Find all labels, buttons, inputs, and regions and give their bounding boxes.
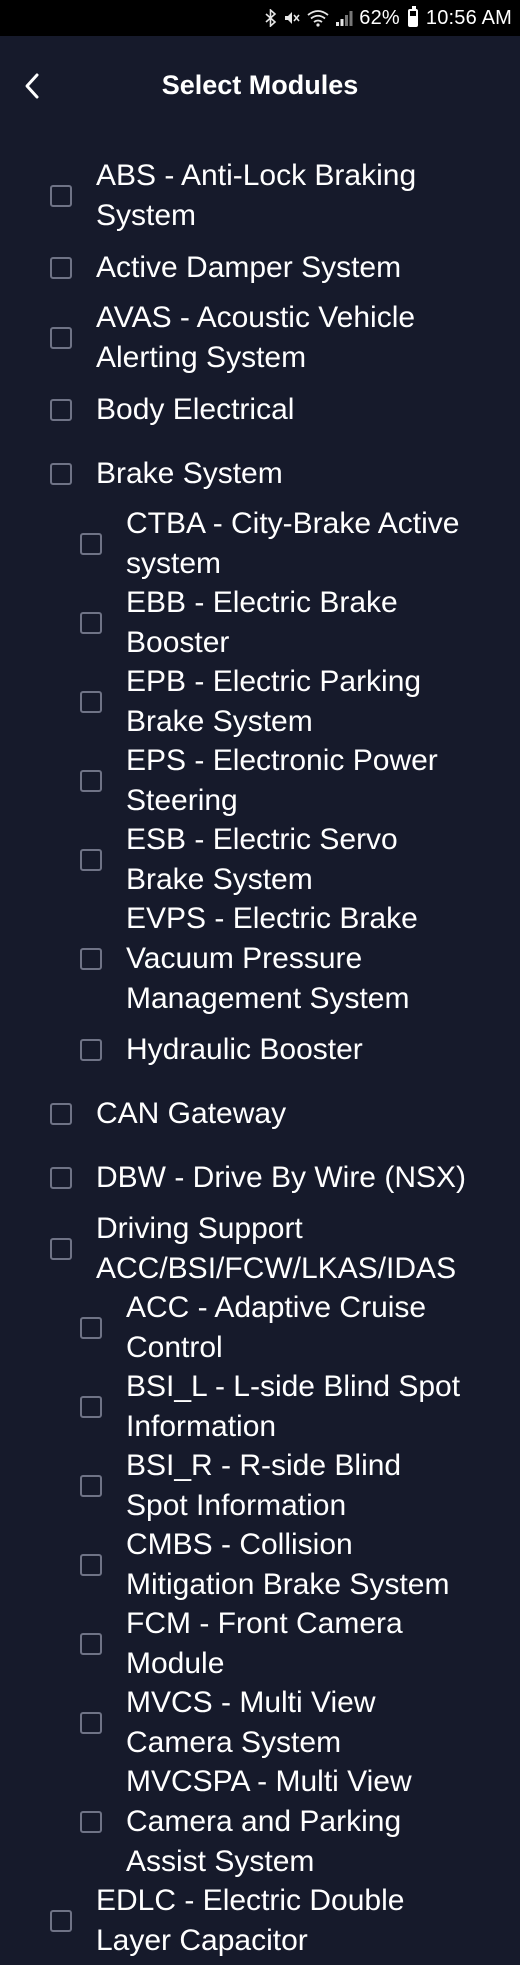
signal-icon [335,9,353,27]
module-label: ESB - Electric Servo Brake System [126,823,398,896]
module-checkbox[interactable] [80,1554,102,1576]
module-label: BSI_R - R-side Blind Spot Information [126,1449,402,1522]
module-item[interactable]: EDLC - Electric Double Layer Capacitor [0,1881,520,1961]
module-label: Brake System [96,457,283,490]
module-item[interactable]: Brake System [0,454,520,494]
module-item[interactable]: FCM - Front Camera Module [0,1604,520,1684]
module-label: EPS - Electronic Power Steering [126,744,438,817]
module-checkbox[interactable] [50,1238,72,1260]
module-label: Hydraulic Booster [126,1033,363,1066]
battery-icon [407,6,418,27]
module-item[interactable]: Driving Support ACC/BSI/FCW/LKAS/IDAS [0,1209,520,1289]
module-checkbox[interactable] [80,1396,102,1418]
module-checkbox[interactable] [80,691,102,713]
module-label: BSI_L - L-side Blind Spot Information [126,1370,461,1443]
bluetooth-icon [265,9,277,27]
module-checkbox[interactable] [80,948,102,970]
module-label: EVPS - Electric Brake Vacuum Pressure Ma… [126,902,418,1015]
module-item[interactable]: ACC - Adaptive Cruise Control [0,1288,520,1368]
module-label: FCM - Front Camera Module [126,1607,403,1680]
module-checkbox[interactable] [80,849,102,871]
module-checkbox[interactable] [80,1475,102,1497]
module-checkbox[interactable] [50,463,72,485]
module-checkbox[interactable] [80,770,102,792]
module-checkbox[interactable] [50,1910,72,1932]
module-label: DBW - Drive By Wire (NSX) [96,1161,466,1194]
module-checkbox[interactable] [80,1811,102,1833]
module-checkbox[interactable] [80,1712,102,1734]
module-checkbox[interactable] [50,1167,72,1189]
module-checkbox[interactable] [80,612,102,634]
module-label: Body Electrical [96,393,295,426]
module-item[interactable]: CAN Gateway [0,1094,520,1134]
module-label: AVAS - Acoustic Vehicle Alerting System [96,301,416,374]
module-label: ACC - Adaptive Cruise Control [126,1291,427,1364]
module-label: EBB - Electric Brake Booster [126,586,398,659]
module-label: EPB - Electric Parking Brake System [126,665,422,738]
page-title: Select Modules [161,70,359,100]
module-item[interactable]: MVCS - Multi View Camera System [0,1683,520,1763]
module-checkbox[interactable] [80,1039,102,1061]
module-item[interactable]: Active Damper System [0,248,520,288]
module-label: Active Damper System [96,251,402,284]
module-item[interactable]: CMBS - Collision Mitigation Brake System [0,1525,520,1605]
module-label: CMBS - Collision Mitigation Brake System [126,1528,450,1601]
module-checkbox[interactable] [80,1633,102,1655]
module-item[interactable]: AVAS - Acoustic Vehicle Alerting System [0,298,520,378]
battery-percent: 62% [359,6,400,29]
module-item[interactable]: BSI_R - R-side Blind Spot Information [0,1446,520,1526]
module-label: EDLC - Electric Double Layer Capacitor [96,1884,405,1957]
module-checkbox[interactable] [50,185,72,207]
module-item[interactable]: Body Electrical [0,390,520,430]
module-checkbox[interactable] [80,1317,102,1339]
module-item[interactable]: DBW - Drive By Wire (NSX) [0,1158,520,1198]
status-bar: 62% 10:56 AM [0,0,520,36]
wifi-icon [307,9,329,27]
module-item[interactable]: MVCSPA - Multi View Camera and Parking A… [0,1762,520,1882]
module-label: CTBA - City-Brake Active system [126,507,460,580]
header: Select Modules [0,36,520,136]
module-item[interactable]: EVPS - Electric Brake Vacuum Pressure Ma… [0,899,520,1019]
module-checkbox[interactable] [50,399,72,421]
module-label: MVCS - Multi View Camera System [126,1686,376,1759]
module-item[interactable]: EBB - Electric Brake Booster [0,583,520,663]
module-checkbox[interactable] [50,257,72,279]
module-checkbox[interactable] [50,1103,72,1125]
module-item[interactable]: CTBA - City-Brake Active system [0,504,520,584]
module-item[interactable]: BSI_L - L-side Blind Spot Information [0,1367,520,1447]
module-label: MVCSPA - Multi View Camera and Parking A… [126,1765,412,1878]
module-label: Driving Support ACC/BSI/FCW/LKAS/IDAS [96,1212,457,1285]
module-item[interactable]: EPB - Electric Parking Brake System [0,662,520,742]
module-item[interactable]: ESB - Electric Servo Brake System [0,820,520,900]
module-label: ABS - Anti-Lock Braking System [96,159,417,232]
module-item[interactable]: ABS - Anti-Lock Braking System [0,156,520,236]
module-label: CAN Gateway [96,1097,287,1130]
module-item[interactable]: EPS - Electronic Power Steering [0,741,520,821]
mute-icon [283,9,301,27]
module-checkbox[interactable] [50,327,72,349]
status-time: 10:56 AM [425,6,512,29]
module-checkbox[interactable] [80,533,102,555]
module-item[interactable]: Hydraulic Booster [0,1030,520,1070]
